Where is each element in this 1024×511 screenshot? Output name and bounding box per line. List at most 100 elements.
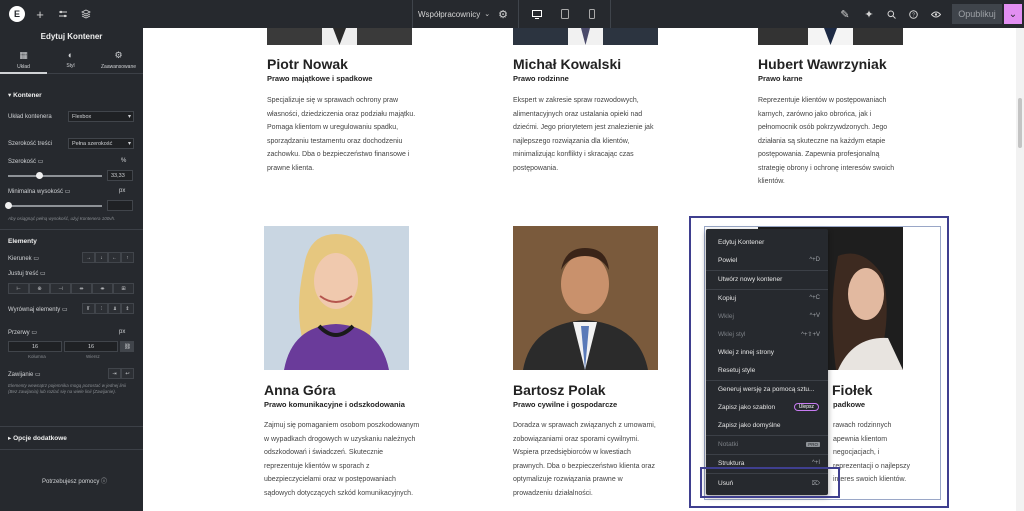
menu-shortcut: ^+V	[809, 313, 820, 319]
menu-item-generate-ai[interactable]: Generuj wersję za pomocą sztu...	[706, 380, 828, 398]
structure-icon[interactable]	[78, 0, 94, 28]
menu-item-save-default[interactable]: Zapisz jako domyślne	[706, 416, 828, 434]
member-name: Anna Góra	[264, 382, 336, 398]
page-settings-icon[interactable]: ⚙	[496, 0, 510, 28]
menu-item-label: Struktura	[718, 459, 745, 467]
desktop-icon: ▭	[35, 372, 41, 378]
menu-item-label: Zapisz jako domyślne	[718, 421, 781, 429]
width-input[interactable]: 33,33	[107, 170, 133, 181]
tab-advanced[interactable]: ⚙ Zaawansowane	[94, 46, 143, 74]
align-start-icon[interactable]: ⫪	[82, 303, 95, 314]
align-center-icon[interactable]: ⫶	[95, 303, 108, 314]
layout-icon: ▦	[19, 50, 28, 60]
help-icon[interactable]: ?	[906, 0, 920, 28]
align-stretch-icon[interactable]: ⇕	[121, 303, 134, 314]
layout-select[interactable]: Flexbox ▾	[68, 111, 134, 122]
arrow-down-icon[interactable]: ↓	[95, 252, 108, 263]
search-icon[interactable]	[884, 0, 898, 28]
width-label: Szerokość ▭	[8, 158, 43, 165]
menu-item-paste-style[interactable]: Wklej styl ^+⇧+V	[706, 325, 828, 343]
no-wrap-icon[interactable]: ⇥	[108, 368, 121, 379]
desktop-icon: ▭	[64, 189, 71, 195]
layout-select-value: Flexbox	[72, 114, 92, 120]
justify-evenly-icon[interactable]: ⊞	[113, 283, 134, 294]
menu-item-notes[interactable]: Notatki PRO	[706, 435, 828, 453]
arrow-up-icon[interactable]: ↑	[121, 252, 134, 263]
tab-style-label: Styl	[66, 63, 75, 69]
extra-options-toggle[interactable]: ▸ Opcje dodatkowe	[8, 434, 67, 442]
min-height-slider-handle[interactable]	[5, 202, 12, 209]
justify-end-icon[interactable]: ⊣	[50, 283, 71, 294]
width-slider-handle[interactable]	[35, 172, 43, 179]
wrap-icon[interactable]: ↩	[121, 368, 134, 379]
align-end-icon[interactable]: ⫫	[108, 303, 121, 314]
justify-center-icon[interactable]: ⊕	[29, 283, 50, 294]
gaps-unit[interactable]: px	[119, 329, 125, 335]
help-link[interactable]: Potrzebujesz pomocy ⓘ	[42, 476, 107, 485]
page-selector-label: Współpracownicy	[418, 9, 481, 19]
menu-item-paste-from-other-site[interactable]: Wklej z innej strony	[706, 343, 828, 361]
add-element-icon[interactable]: +	[32, 0, 48, 28]
menu-item-label: Kopiuj	[718, 294, 737, 302]
panel-tabs: ▦ Układ ◐ Styl ⚙ Zaawansowane	[0, 46, 143, 74]
arrow-left-icon[interactable]: ←	[108, 252, 121, 263]
width-unit[interactable]: %	[121, 158, 126, 164]
section-container-toggle[interactable]: ▾ Kontener	[8, 91, 42, 99]
link-icon[interactable]: ⛓	[120, 341, 134, 352]
justify-buttons: ⊢ ⊕ ⊣ ⇹ ⇼ ⊞	[8, 283, 134, 294]
notifications-icon[interactable]: ✦	[862, 0, 876, 28]
menu-item-edit-container[interactable]: Edytuj Kontener	[706, 233, 828, 251]
mobile-view-icon[interactable]	[585, 0, 599, 28]
tab-layout[interactable]: ▦ Układ	[0, 46, 47, 74]
member-description: Zajmuj się pomaganiem osobom poszkodowan…	[264, 422, 420, 497]
content-width-select[interactable]: Pełna szerokość ▾	[68, 138, 134, 149]
width-slider-track[interactable]	[8, 175, 102, 177]
gear-icon: ⚙	[114, 50, 123, 60]
menu-item-paste[interactable]: Wklej ^+V	[706, 307, 828, 325]
justify-around-icon[interactable]: ⇼	[92, 283, 113, 294]
member-description: Ekspert w zakresie spraw rozwodowych, al…	[513, 97, 654, 172]
menu-item-duplicate[interactable]: Powiel ^+D	[706, 251, 828, 269]
upgrade-badge[interactable]: Ulepsz	[793, 403, 819, 411]
wrap-label-text: Zawijanie	[8, 372, 34, 378]
justify-start-icon[interactable]: ⊢	[8, 283, 29, 294]
menu-item-copy[interactable]: Kopiuj ^+C	[706, 289, 828, 307]
tablet-view-icon[interactable]	[558, 0, 572, 28]
desktop-icon: ▭	[33, 256, 40, 262]
gap-column-label: Kolumna	[28, 354, 46, 359]
align-label-text: Wyrównaj elementy	[8, 307, 61, 313]
gaps-label-text: Przerwy	[8, 330, 30, 336]
menu-item-reset-style[interactable]: Resetuj style	[706, 361, 828, 379]
arrow-right-icon[interactable]: →	[82, 252, 95, 263]
help-link-label: Potrzebujesz pomocy	[42, 479, 100, 485]
menu-item-label: Wklej	[718, 312, 734, 320]
page-selector[interactable]: Współpracownicy ⌄	[418, 0, 490, 28]
desktop-icon: ▭	[37, 159, 44, 165]
gap-row-input[interactable]: 16	[64, 341, 118, 352]
min-height-input[interactable]	[107, 200, 133, 211]
scrollbar-thumb[interactable]	[1018, 98, 1022, 148]
member-description: Specjalizuje się w sprawach ochrony praw…	[267, 97, 416, 172]
tab-style[interactable]: ◐ Styl	[47, 46, 94, 74]
team-photo-piotr	[267, 28, 412, 45]
site-settings-icon[interactable]	[55, 0, 71, 28]
menu-shortcut: ^+D	[809, 257, 820, 263]
justify-between-icon[interactable]: ⇹	[71, 283, 92, 294]
team-photo-michal	[513, 28, 658, 45]
min-height-slider-track[interactable]	[8, 205, 102, 207]
publish-button[interactable]: Opublikuj	[952, 4, 1002, 24]
chevron-down-icon: ▾	[127, 114, 131, 120]
publish-options-chevron-icon[interactable]: ⌄	[1004, 4, 1022, 24]
min-height-unit[interactable]: px	[119, 188, 125, 194]
member-role: Prawo komunikacyjne i odszkodowania	[264, 400, 405, 409]
menu-item-save-template[interactable]: Zapisz jako szablon Ulepsz	[706, 398, 828, 416]
member-role: Prawo majątkowe i spadkowe	[267, 74, 373, 83]
width-label-text: Szerokość	[8, 159, 37, 165]
canvas-scrollbar[interactable]	[1016, 28, 1024, 511]
elementor-logo-icon[interactable]: E	[9, 6, 25, 22]
desktop-view-icon[interactable]	[530, 0, 544, 28]
brush-icon[interactable]: ✎	[838, 0, 852, 28]
gap-column-input[interactable]: 16	[8, 341, 62, 352]
menu-item-new-container[interactable]: Utwórz nowy kontener	[706, 270, 828, 288]
preview-eye-icon[interactable]	[929, 0, 943, 28]
